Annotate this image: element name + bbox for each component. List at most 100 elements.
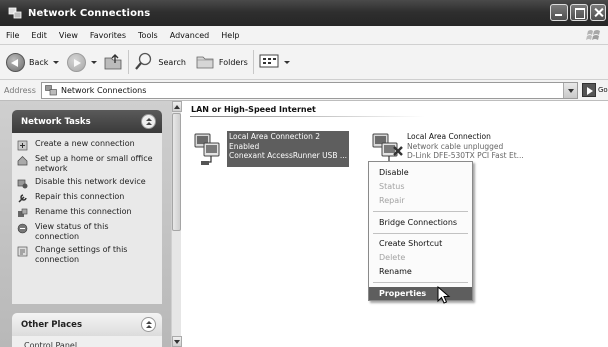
task-create-new-connection[interactable]: Create a new connection [17, 139, 162, 151]
maximize-button[interactable] [570, 4, 588, 21]
menu-advanced[interactable]: Advanced [164, 31, 216, 40]
search-label: Search [158, 57, 186, 67]
menu-item-delete[interactable]: Delete [369, 251, 472, 264]
menu-file[interactable]: File [0, 31, 25, 40]
back-button[interactable]: Back [6, 49, 60, 75]
folders-icon [195, 51, 215, 73]
network-adapter-icon [191, 131, 227, 167]
menu-view[interactable]: View [53, 31, 84, 40]
other-places-title: Other Places [21, 319, 82, 330]
task-label: Set up a home or small office network [35, 154, 153, 173]
menu-edit[interactable]: Edit [25, 31, 53, 40]
scroll-down-arrow-icon[interactable] [172, 336, 182, 347]
menu-item-repair[interactable]: Repair [369, 194, 472, 207]
task-label: Repair this connection [35, 192, 125, 201]
group-divider [190, 116, 425, 117]
toolbar-separator [252, 50, 254, 74]
views-icon [259, 53, 279, 71]
menu-item-disable[interactable]: Disable [369, 166, 472, 179]
scroll-thumb[interactable] [172, 113, 181, 231]
forward-button[interactable] [67, 49, 98, 75]
menu-separator [373, 211, 468, 212]
close-button[interactable] [590, 4, 606, 21]
menu-separator [373, 282, 468, 283]
menu-tools[interactable]: Tools [132, 31, 164, 40]
connection-item-local-area-2[interactable]: Local Area Connection 2 Enabled Conexant… [191, 131, 349, 167]
chevron-down-icon [91, 60, 98, 64]
search-icon [134, 51, 154, 73]
go-button[interactable]: Go [598, 86, 608, 94]
task-setup-home-network[interactable]: Set up a home or small office network [17, 154, 162, 174]
menu-help[interactable]: Help [215, 31, 245, 40]
network-tasks-panel: Network Tasks Create a new connection Se… [12, 110, 162, 304]
collapse-chevron-icon[interactable] [141, 317, 156, 332]
task-pane: Network Tasks Create a new connection Se… [0, 101, 171, 347]
windows-logo-icon [586, 28, 602, 43]
other-place-control-panel[interactable]: Control Panel [12, 336, 162, 347]
forward-arrow-icon [67, 52, 87, 72]
folders-label: Folders [218, 57, 248, 67]
connection-name: Local Area Connection 2 [229, 132, 321, 141]
connection-device: Conexant AccessRunner USB ... [229, 151, 347, 160]
connection-status: Enabled [229, 141, 260, 151]
menu-item-properties[interactable]: Properties [369, 287, 472, 300]
task-label: View status of this connection [35, 222, 109, 241]
back-arrow-icon [6, 52, 25, 72]
toolbar: Back Search Folders [0, 45, 608, 80]
chevron-down-icon [283, 60, 290, 64]
address-field[interactable]: Network Connections [41, 82, 578, 99]
network-tasks-header[interactable]: Network Tasks [12, 110, 162, 133]
task-repair-connection[interactable]: Repair this connection [17, 192, 162, 204]
menu-separator [373, 233, 468, 234]
menu-favorites[interactable]: Favorites [84, 31, 132, 40]
context-menu: Disable Status Repair Bridge Connections… [368, 161, 473, 301]
scroll-up-arrow-icon[interactable] [172, 101, 182, 112]
up-folder-icon [103, 51, 123, 73]
address-dropdown-button[interactable] [563, 83, 577, 98]
title-bar[interactable]: Network Connections [0, 0, 608, 26]
rename-icon [17, 208, 28, 219]
repair-icon [17, 193, 28, 204]
toolbar-separator [128, 50, 130, 74]
group-header: LAN or High-Speed Internet [191, 105, 316, 114]
task-disable-device[interactable]: Disable this network device [17, 177, 162, 189]
views-button[interactable] [259, 49, 290, 75]
other-places-header[interactable]: Other Places [12, 313, 162, 336]
settings-icon [17, 246, 28, 257]
menu-item-status[interactable]: Status [369, 180, 472, 193]
chevron-down-icon [53, 60, 60, 64]
task-pane-scrollbar[interactable] [171, 101, 182, 347]
minimize-button[interactable] [550, 4, 568, 21]
address-label: Address [4, 85, 36, 95]
address-bar: Address Network Connections Go [0, 80, 608, 101]
address-value: Network Connections [61, 86, 147, 95]
menu-item-create-shortcut[interactable]: Create Shortcut [369, 237, 472, 250]
other-places-panel: Other Places Control Panel [12, 313, 162, 347]
network-tasks-title: Network Tasks [21, 116, 91, 127]
folders-button[interactable]: Folders [195, 49, 248, 75]
menu-item-bridge-connections[interactable]: Bridge Connections [369, 216, 472, 229]
disable-device-icon [17, 178, 28, 189]
network-connections-icon [8, 6, 22, 20]
connection-label: Local Area Connection 2 Enabled Conexant… [227, 131, 349, 167]
connection-device: D-Link DFE-530TX PCI Fast Et... [407, 151, 524, 160]
back-label: Back [29, 57, 49, 67]
task-rename-connection[interactable]: Rename this connection [17, 207, 162, 219]
status-icon [17, 223, 28, 234]
search-button[interactable]: Search [134, 49, 186, 75]
menu-bar: File Edit View Favorites Tools Advanced … [0, 26, 608, 45]
collapse-chevron-icon[interactable] [141, 114, 156, 129]
mouse-cursor-icon [437, 285, 453, 306]
up-folder-button[interactable] [103, 49, 123, 75]
go-arrow-icon[interactable] [582, 83, 596, 97]
task-label: Disable this network device [35, 177, 146, 186]
network-connections-icon [45, 85, 57, 96]
window-title: Network Connections [28, 7, 151, 19]
task-view-status[interactable]: View status of this connection [17, 222, 162, 242]
task-label: Create a new connection [35, 139, 135, 148]
menu-item-rename[interactable]: Rename [369, 265, 472, 278]
task-change-settings[interactable]: Change settings of this connection [17, 245, 162, 265]
new-connection-icon [17, 140, 28, 151]
connection-name: Local Area Connection [407, 132, 491, 141]
task-label: Change settings of this connection [35, 245, 128, 264]
